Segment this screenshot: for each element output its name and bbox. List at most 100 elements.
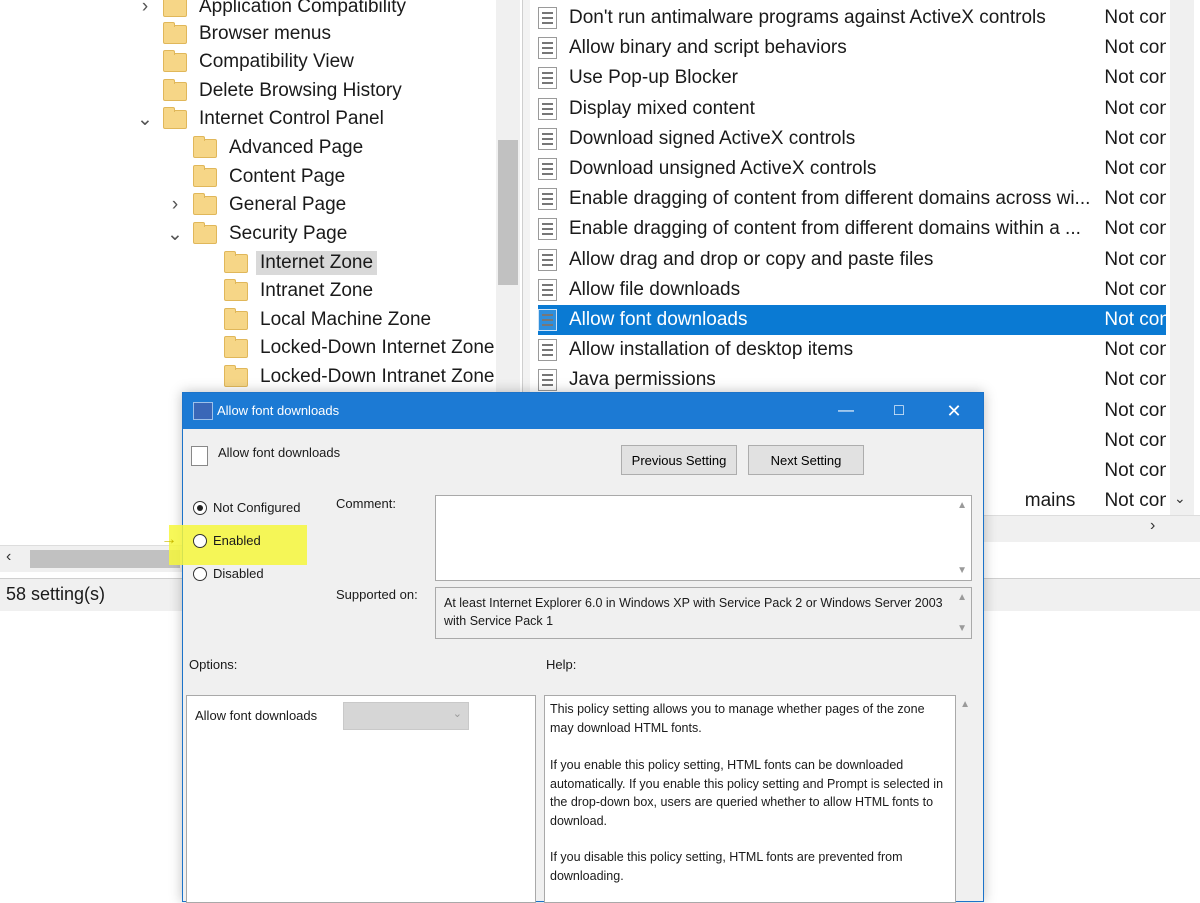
setting-name: Allow installation of desktop items	[569, 339, 854, 361]
setting-state: Not con	[1104, 309, 1166, 330]
radio-button-icon[interactable]	[193, 500, 207, 515]
setting-row[interactable]: Java permissions Not con	[538, 365, 1166, 395]
setting-state: Not con	[1104, 429, 1166, 451]
policy-setting-icon	[538, 248, 557, 271]
radio-enabled[interactable]: Enabled	[193, 533, 261, 548]
setting-row[interactable]: Enable dragging of content from differen…	[538, 214, 1166, 244]
tree-hscroll-thumb[interactable]	[30, 550, 180, 568]
tree-item[interactable]: Locked-Down Intranet Zone	[198, 363, 494, 391]
list-vertical-scrollbar[interactable]	[1170, 0, 1194, 515]
setting-row[interactable]: Allow font downloads Not con	[538, 305, 1166, 335]
scroll-up-icon[interactable]: ▲	[957, 500, 967, 511]
setting-name: Display mixed content	[569, 97, 755, 119]
policy-setting-icon	[538, 188, 557, 211]
setting-name: Download unsigned ActiveX controls	[569, 158, 877, 179]
setting-state: Not con	[1104, 188, 1166, 210]
comment-label: Comment:	[336, 496, 396, 511]
policy-setting-icon	[538, 7, 557, 29]
scroll-right-icon[interactable]: ›	[1150, 517, 1155, 535]
tree-item[interactable]: ⌄ Internet Control Panel	[137, 105, 384, 133]
setting-name: Allow drag and drop or copy and paste fi…	[569, 248, 934, 270]
help-label: Help:	[546, 657, 577, 672]
scroll-down-icon[interactable]: ▼	[957, 565, 967, 576]
setting-row[interactable]: Allow file downloads Not con	[538, 275, 1166, 305]
tree-item[interactable]: › Application Compatibility	[137, 0, 406, 21]
policy-setting-icon	[538, 339, 557, 362]
setting-state: Not con	[1104, 218, 1166, 240]
maximize-icon[interactable]: □	[876, 393, 922, 429]
chevron-down-icon[interactable]: ⌄	[167, 224, 183, 245]
setting-row[interactable]: Allow binary and script behaviors Not con	[538, 33, 1166, 63]
setting-row[interactable]: Allow installation of desktop items Not c…	[538, 335, 1166, 365]
tree-item[interactable]: Content Page	[167, 163, 345, 191]
folder-icon	[193, 192, 217, 215]
help-scrollbar[interactable]: ▲	[957, 695, 973, 901]
tree-scroll-thumb[interactable]	[498, 140, 518, 285]
setting-state: Not con	[1104, 399, 1166, 421]
setting-row[interactable]: Use Pop-up Blocker Not con	[538, 63, 1166, 93]
radio-disabled[interactable]: Disabled	[193, 566, 264, 581]
help-paragraph: If you disable this policy setting, HTML…	[550, 850, 903, 883]
radio-label: Enabled	[213, 533, 261, 548]
radio-label: Disabled	[213, 566, 264, 581]
setting-name: Allow binary and script behaviors	[569, 37, 847, 59]
tree-item[interactable]: Intranet Zone	[198, 277, 373, 305]
setting-state: Not con	[1104, 278, 1166, 300]
tree-item[interactable]: Delete Browsing History	[137, 77, 402, 105]
previous-setting-button[interactable]: Previous Setting	[621, 445, 737, 475]
setting-name: Enable dragging of content from differen…	[569, 188, 1091, 210]
radio-not-configured[interactable]: Not Configured	[193, 500, 300, 515]
close-icon[interactable]: ✕	[931, 393, 977, 429]
policy-dialog: Allow font downloads — □ ✕ Allow font do…	[161, 392, 984, 903]
setting-row[interactable]: Download unsigned ActiveX controls Not co…	[538, 154, 1166, 184]
tree-item[interactable]: › General Page	[167, 191, 346, 219]
next-setting-button[interactable]: Next Setting	[748, 445, 864, 475]
help-panel[interactable]: This policy setting allows you to manage…	[544, 695, 956, 903]
scroll-down-icon[interactable]: ⌄	[1174, 490, 1186, 507]
setting-state: Not con	[1104, 490, 1166, 512]
scroll-left-icon[interactable]: ‹	[6, 548, 11, 566]
tree-item-label: Locked-Down Intranet Zone	[260, 366, 495, 387]
tree-item-label: Browser menus	[199, 23, 331, 44]
radio-button-icon[interactable]	[193, 566, 207, 581]
scroll-up-icon[interactable]: ▲	[957, 592, 967, 603]
policy-setting-icon	[538, 97, 557, 120]
tree-item[interactable]: Local Machine Zone	[198, 306, 431, 334]
tree-item[interactable]: ⌄ Security Page	[167, 220, 347, 248]
dialog-title-bar[interactable]: Allow font downloads — □ ✕	[183, 393, 983, 429]
setting-row[interactable]: Allow drag and drop or copy and paste fi…	[538, 245, 1166, 275]
tree-item-label: Advanced Page	[229, 137, 364, 158]
tree-item[interactable]: Locked-Down Internet Zone	[198, 334, 494, 362]
tree-item[interactable]: Advanced Page	[167, 134, 363, 162]
radio-label: Not Configured	[213, 500, 301, 515]
policy-setting-icon	[538, 369, 557, 392]
minimize-icon[interactable]: —	[823, 393, 869, 429]
folder-icon	[224, 307, 248, 330]
radio-button-icon[interactable]	[193, 533, 207, 548]
chevron-right-icon[interactable]: ›	[167, 194, 183, 215]
policy-setting-icon	[538, 278, 557, 301]
scroll-down-icon[interactable]: ▼	[957, 623, 967, 634]
scroll-up-icon[interactable]: ▲	[960, 699, 970, 710]
policy-app-icon	[193, 402, 213, 420]
tree-item[interactable]: Browser menus	[137, 20, 331, 48]
folder-icon	[224, 278, 248, 301]
setting-row[interactable]: Don't run antimalware programs against A…	[538, 3, 1166, 33]
tree-item[interactable]: Compatibility View	[137, 48, 354, 76]
supported-on-field: At least Internet Explorer 6.0 in Window…	[435, 587, 972, 639]
tree-item[interactable]: Internet Zone	[198, 249, 378, 277]
chevron-down-icon[interactable]: ⌄	[137, 109, 153, 130]
setting-row[interactable]: Enable dragging of content from differen…	[538, 184, 1166, 214]
setting-row[interactable]: Download signed ActiveX controls Not con	[538, 124, 1166, 154]
setting-row[interactable]: Display mixed content Not con	[538, 94, 1166, 124]
comment-field[interactable]: ▲ ▼	[435, 495, 972, 581]
tree-item-label: Delete Browsing History	[199, 80, 402, 101]
policy-setting-icon	[538, 37, 557, 60]
chevron-right-icon[interactable]: ›	[137, 0, 153, 17]
option-dropdown[interactable]: ⌄	[343, 702, 469, 730]
